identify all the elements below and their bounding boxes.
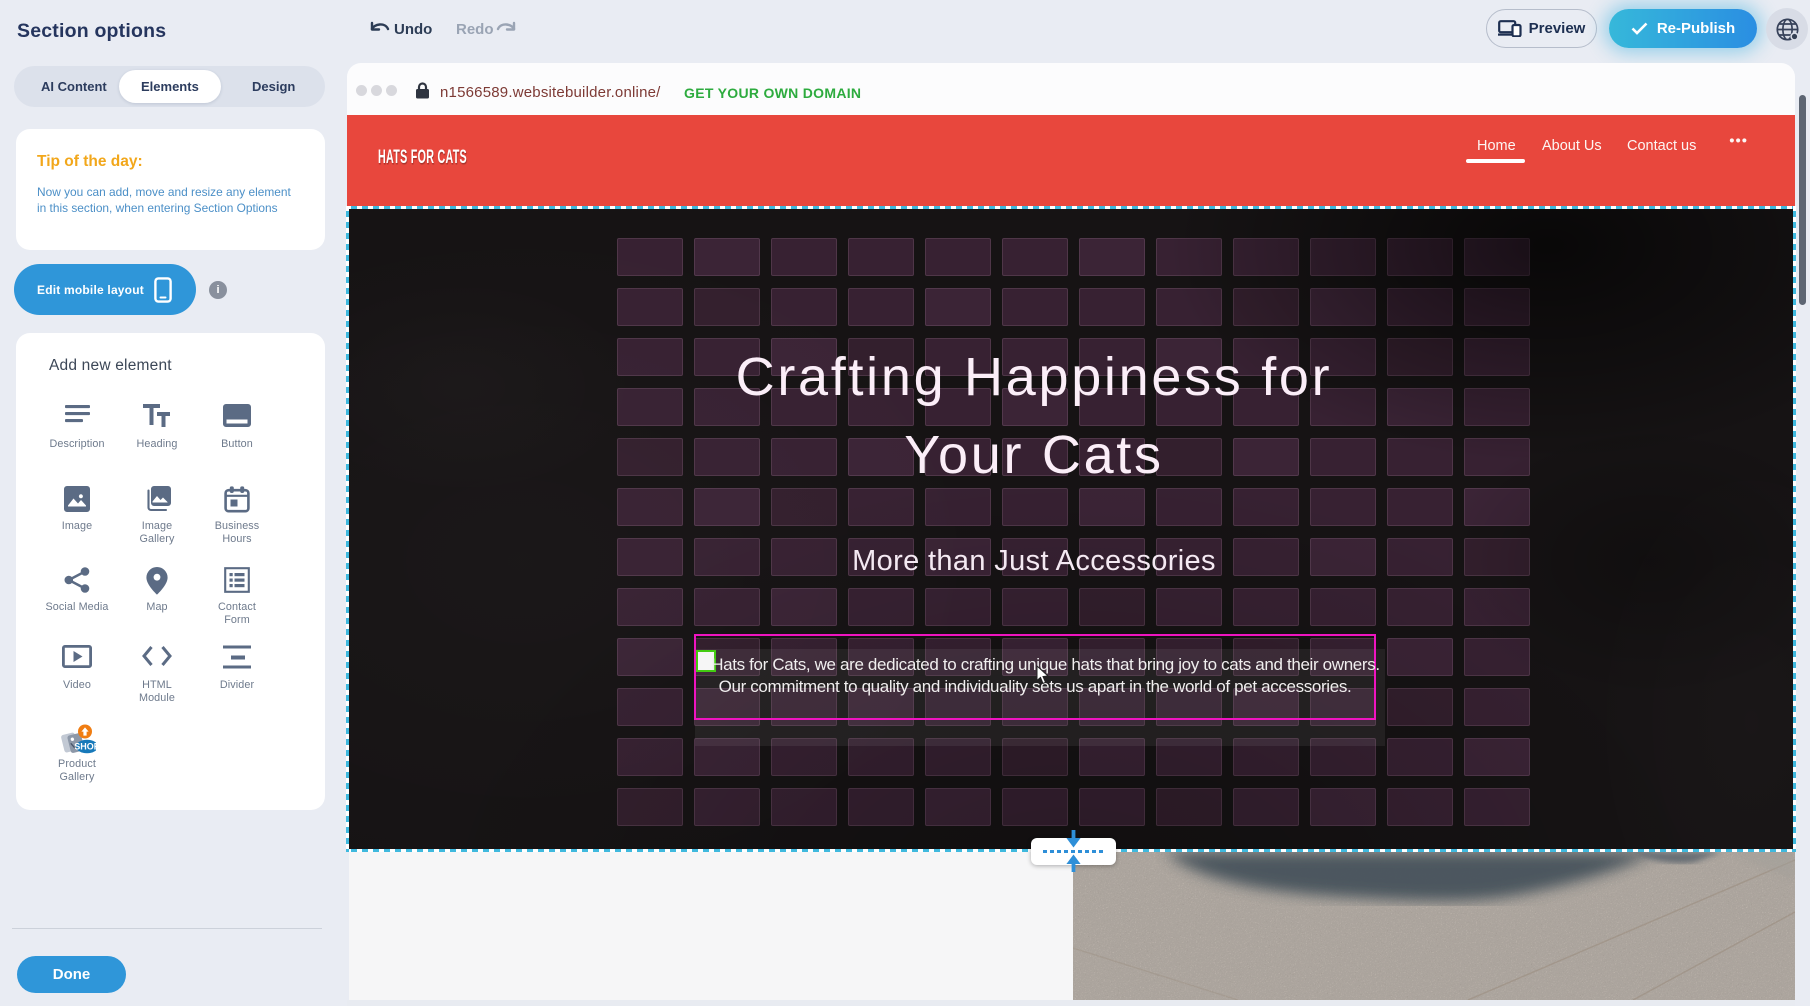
svg-text:SHOP: SHOP (74, 742, 96, 752)
